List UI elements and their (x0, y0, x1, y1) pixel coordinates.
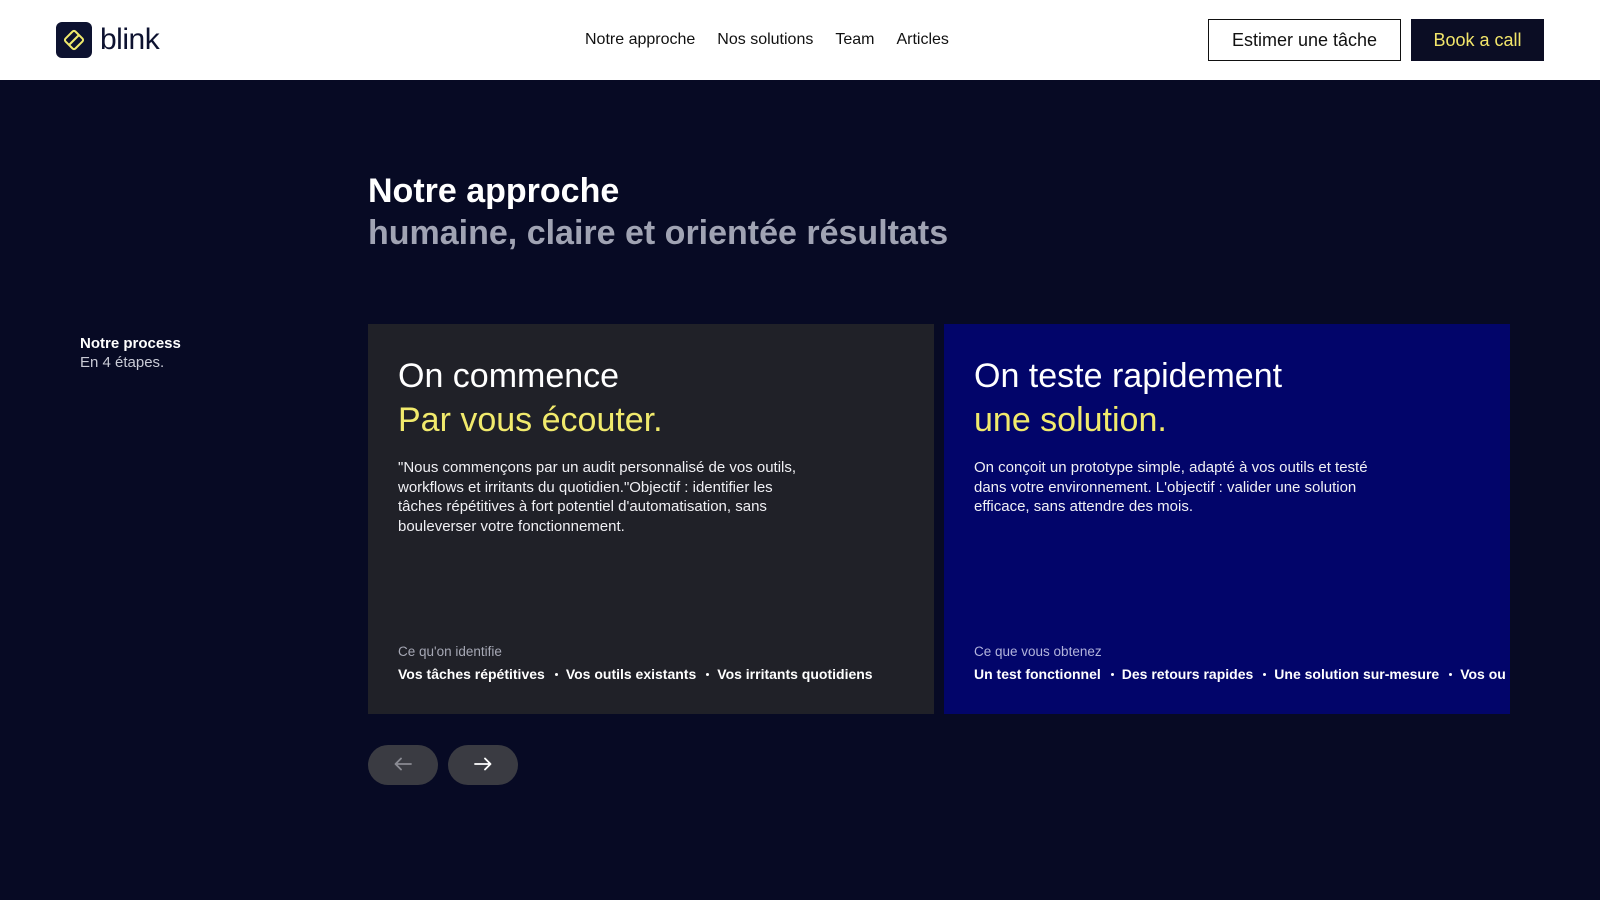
process-title: Notre process (80, 335, 181, 352)
card-tag: Des retours rapides (1121, 666, 1254, 682)
card-title: On teste rapidement (974, 357, 1283, 395)
arrow-right-icon (474, 757, 492, 774)
logo-text: blink (100, 23, 160, 56)
card-body: On conçoit un prototype simple, adapté à… (974, 459, 1368, 515)
process-card-listen: On commence Par vous écouter. "Nous comm… (368, 324, 934, 714)
nav-link-team[interactable]: Team (835, 29, 874, 51)
nav-link-articles[interactable]: Articles (896, 29, 948, 51)
card-tags: Un test fonctionnel Des retours rapides … (974, 666, 1506, 682)
page-subtitle: humaine, claire et orientée résultats (368, 214, 949, 252)
card-tags: Vos tâches répétitives Vos outils exista… (398, 666, 873, 682)
process-card-test: On teste rapidement une solution. On con… (944, 324, 1510, 714)
process-subtitle: En 4 étapes. (80, 354, 165, 371)
estimate-task-button[interactable]: Estimer une tâche (1208, 19, 1401, 61)
tag-separator-dot (554, 672, 558, 676)
tag-separator-dot (1263, 672, 1267, 676)
card-title-accent: Par vous écouter. (398, 401, 663, 439)
carousel-prev-button[interactable] (368, 745, 438, 785)
card-title-accent: une solution. (974, 401, 1167, 439)
carousel-next-button[interactable] (448, 745, 518, 785)
card-tag: Vos outils existants (565, 666, 697, 682)
card-title: On commence (398, 357, 620, 395)
tag-separator-dot (706, 672, 710, 676)
card-footer-label: Ce qu'on identifie (398, 644, 502, 659)
card-tag: Vos tâches répétitives (398, 666, 545, 682)
logo[interactable]: blink (56, 22, 160, 58)
nav-link-notre-approche[interactable]: Notre approche (585, 29, 695, 51)
tag-separator-dot (1110, 672, 1114, 676)
tag-separator-dot (1449, 672, 1453, 676)
card-tag: Vos ou (1460, 666, 1506, 682)
main-nav: Notre approche Nos solutions Team Articl… (585, 29, 949, 51)
logo-mark-icon (56, 22, 92, 58)
book-call-button[interactable]: Book a call (1411, 19, 1544, 61)
nav-link-nos-solutions[interactable]: Nos solutions (717, 29, 813, 51)
page-title: Notre approche (368, 172, 620, 210)
card-tag: Une solution sur-mesure (1274, 666, 1440, 682)
site-header: blink Notre approche Nos solutions Team … (0, 0, 1600, 80)
card-body: "Nous commençons par un audit personnali… (398, 459, 797, 535)
card-footer-label: Ce que vous obtenez (974, 644, 1102, 659)
card-tag: Un test fonctionnel (974, 666, 1101, 682)
card-tag: Vos irritants quotidiens (717, 666, 873, 682)
arrow-left-icon (394, 757, 412, 774)
